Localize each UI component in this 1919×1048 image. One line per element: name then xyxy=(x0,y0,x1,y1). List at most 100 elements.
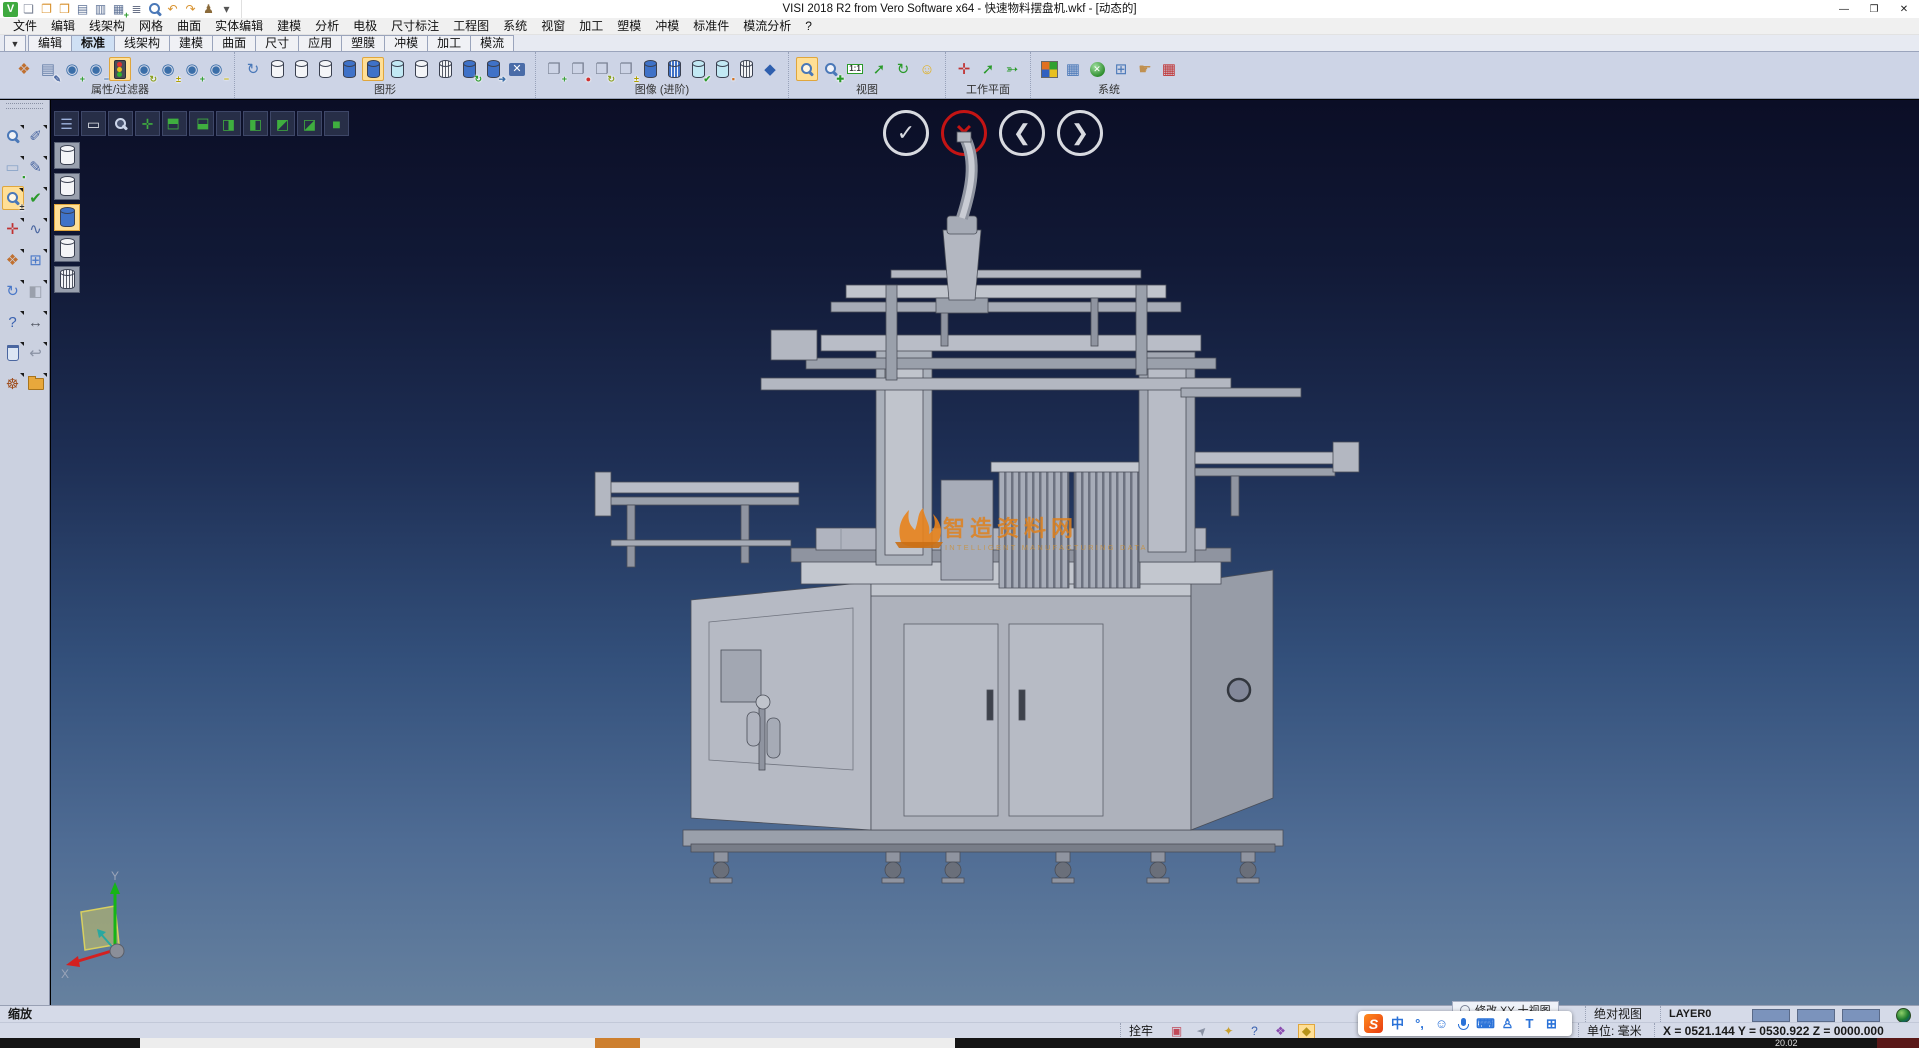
system-settings-icon[interactable]: ✕ xyxy=(1086,57,1108,81)
ime-lang-icon[interactable]: 中 xyxy=(1390,1016,1405,1032)
window-select-icon[interactable]: ▭▪ xyxy=(2,155,24,179)
view-back-icon[interactable]: ◧ xyxy=(243,111,268,136)
preview-icon[interactable] xyxy=(146,1,163,17)
print-icon[interactable]: ≣ xyxy=(128,1,145,17)
status-stamp-icon[interactable]: ▣ xyxy=(1168,1024,1185,1039)
layer-swatch[interactable] xyxy=(1752,1009,1790,1022)
menu-item-drawing[interactable]: 工程图 xyxy=(446,18,496,35)
solid-cube-icon[interactable]: ◧ xyxy=(25,279,47,303)
shaded-style-icon[interactable] xyxy=(338,57,360,81)
menu-item-system[interactable]: 系统 xyxy=(496,18,534,35)
view-front-icon[interactable]: ◨ xyxy=(216,111,241,136)
menu-item-die[interactable]: 冲模 xyxy=(648,18,686,35)
confirm-check-icon[interactable]: ✔ xyxy=(25,186,47,210)
measure-icon[interactable]: ↔ xyxy=(25,310,47,334)
rotate-view-icon[interactable]: ↻ xyxy=(892,57,914,81)
style-ghost-icon[interactable] xyxy=(54,235,80,262)
adv-check-icon[interactable]: ✔ xyxy=(687,57,709,81)
ime-skin-icon[interactable]: T xyxy=(1522,1016,1537,1032)
menu-item-file[interactable]: 文件 xyxy=(6,18,44,35)
viewport-zoom-icon[interactable] xyxy=(108,111,133,136)
layer-indicator[interactable]: LAYER0 xyxy=(1660,1006,1711,1022)
ime-toolbox-icon[interactable]: ⊞ xyxy=(1544,1016,1559,1032)
save-all-icon[interactable]: ▦+ xyxy=(110,1,127,17)
axes-icon[interactable]: ✛ xyxy=(2,217,24,241)
minimize-button[interactable]: — xyxy=(1829,0,1859,18)
adv-traffic-icon[interactable]: ❐● xyxy=(567,57,589,81)
show-add-icon[interactable]: ◉+ xyxy=(61,57,83,81)
menu-item-analysis[interactable]: 分析 xyxy=(308,18,346,35)
ime-punct-icon[interactable]: °, xyxy=(1412,1016,1427,1032)
filter-traffic-icon[interactable] xyxy=(109,57,131,81)
edit-knife-icon[interactable]: ✐ xyxy=(25,124,47,148)
attributes-icon[interactable]: ❖ xyxy=(2,248,24,272)
menu-item-edit[interactable]: 编辑 xyxy=(44,18,82,35)
ime-keyboard-icon[interactable]: ⌨ xyxy=(1478,1016,1493,1032)
taskbar-segment-orange[interactable] xyxy=(595,1038,640,1048)
status-pointer-icon[interactable]: ➤ xyxy=(1194,1024,1211,1039)
refresh-icon[interactable]: ↻ xyxy=(2,279,24,303)
regen-icon[interactable]: ↻ xyxy=(242,57,264,81)
tab-dimension[interactable]: 尺寸 xyxy=(255,35,299,51)
tab-standard[interactable]: 标准 xyxy=(71,35,115,51)
show-refresh-icon[interactable]: ◉↻ xyxy=(133,57,155,81)
open-file-icon[interactable]: ❐ xyxy=(38,1,55,17)
undo-icon[interactable]: ↶ xyxy=(164,1,181,17)
show-minus-icon[interactable]: ◉− xyxy=(205,57,227,81)
tab-surface[interactable]: 曲面 xyxy=(212,35,256,51)
zoom-fit-icon[interactable]: ✚ xyxy=(820,57,842,81)
taskbar-segment-light[interactable] xyxy=(140,1038,955,1048)
redo-icon[interactable]: ↷ xyxy=(182,1,199,17)
tab-machining[interactable]: 加工 xyxy=(427,35,471,51)
workplane-origin-icon[interactable]: ✛ xyxy=(953,57,975,81)
ghost-style-icon[interactable] xyxy=(410,57,432,81)
menu-item-machining[interactable]: 加工 xyxy=(572,18,610,35)
hidden-line-style-icon[interactable] xyxy=(290,57,312,81)
layer-colors-icon[interactable] xyxy=(1038,57,1060,81)
status-workplane-icon[interactable]: ◆ xyxy=(1298,1024,1315,1039)
close-button[interactable]: ✕ xyxy=(1889,0,1919,18)
taskbar-segment-red[interactable] xyxy=(1877,1038,1919,1048)
status-key-icon[interactable]: ✦ xyxy=(1220,1024,1237,1039)
export-solid-icon[interactable]: ➜ xyxy=(482,57,504,81)
machine-model[interactable]: 智造资料网 INTELLIGENT MANUFACTURING DATA xyxy=(591,130,1371,920)
adv-striped-icon[interactable] xyxy=(663,57,685,81)
tab-die[interactable]: 冲模 xyxy=(384,35,428,51)
menu-item-window[interactable]: 视窗 xyxy=(534,18,572,35)
wireframe-style-icon[interactable] xyxy=(266,57,288,81)
view-iso-icon[interactable]: ■ xyxy=(324,111,349,136)
shaded-edges-style-icon[interactable] xyxy=(362,57,384,81)
tab-application[interactable]: 应用 xyxy=(298,35,342,51)
sogou-logo[interactable]: S xyxy=(1364,1014,1383,1033)
qat-dropdown-icon[interactable]: ▾ xyxy=(218,1,235,17)
tab-modeling[interactable]: 建模 xyxy=(169,35,213,51)
attr-page-icon[interactable]: ▤✎ xyxy=(37,57,59,81)
viewport-axes-icon[interactable]: ✛ xyxy=(135,111,160,136)
layer-swatch[interactable] xyxy=(1842,1009,1880,1022)
sketch-icon[interactable]: ✎ xyxy=(25,155,47,179)
show-plus-icon[interactable]: ◉+ xyxy=(181,57,203,81)
help-icon[interactable]: ? xyxy=(2,310,24,334)
window-options-icon[interactable]: ⊞ xyxy=(1110,57,1132,81)
hatch-style-icon[interactable] xyxy=(434,57,456,81)
menu-item-flow-analysis[interactable]: 模流分析 xyxy=(736,18,798,35)
status-help-icon[interactable]: ? xyxy=(1246,1024,1263,1039)
tab-mold[interactable]: 塑膜 xyxy=(341,35,385,51)
menu-item-solid-edit[interactable]: 实体编辑 xyxy=(208,18,270,35)
zoom-1to1-icon[interactable]: 1:1 xyxy=(844,57,866,81)
grid-window-icon[interactable]: ⊞ xyxy=(25,248,47,272)
ime-person-icon[interactable]: ♙ xyxy=(1500,1016,1515,1032)
tab-dropdown-icon[interactable]: ▼ xyxy=(4,35,26,51)
perspective-icon[interactable]: ☺ xyxy=(916,57,938,81)
absolute-view-button[interactable]: 绝对视图 xyxy=(1585,1006,1642,1022)
menu-item-mold[interactable]: 塑模 xyxy=(610,18,648,35)
open-recent-icon[interactable]: ❒ xyxy=(56,1,73,17)
ime-mic-icon[interactable] xyxy=(1456,1016,1471,1032)
style-hidden-icon[interactable] xyxy=(54,173,80,200)
menu-item-standard-parts[interactable]: 标准件 xyxy=(686,18,736,35)
pan-icon[interactable]: ➚ xyxy=(868,57,890,81)
show-toggle-icon[interactable]: ◉± xyxy=(157,57,179,81)
menu-item-electrode[interactable]: 电极 xyxy=(346,18,384,35)
visi-logo[interactable]: V xyxy=(2,1,19,17)
menu-item-modeling[interactable]: 建模 xyxy=(270,18,308,35)
